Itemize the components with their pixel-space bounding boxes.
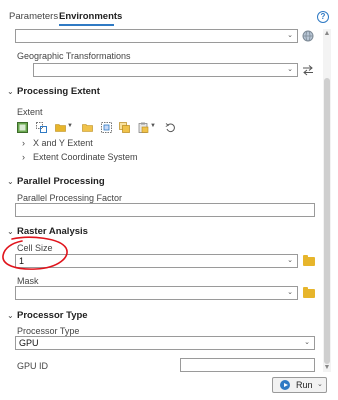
- tab-environments[interactable]: Environments: [59, 11, 122, 22]
- paste-extent-icon[interactable]: [138, 122, 149, 133]
- chevron-down-icon[interactable]: ▼: [67, 123, 73, 129]
- parallel-processing-factor-input[interactable]: [15, 203, 315, 217]
- chevron-down-icon: ⌄: [287, 257, 293, 264]
- reset-extent-icon[interactable]: [165, 122, 176, 133]
- run-button[interactable]: Run ⌄: [272, 377, 327, 393]
- play-icon: [280, 380, 290, 390]
- chevron-down-icon[interactable]: ▼: [150, 123, 156, 129]
- processor-type-dropdown[interactable]: GPU ⌄: [15, 336, 315, 350]
- mask-dropdown[interactable]: ⌄: [15, 286, 298, 300]
- union-extent-icon[interactable]: [101, 122, 112, 133]
- scrollbar-thumb[interactable]: [324, 78, 330, 364]
- chevron-down-icon[interactable]: ⌄: [317, 380, 323, 388]
- processor-type-header[interactable]: Processor Type: [17, 310, 88, 321]
- collapse-chevron-icon[interactable]: ⌄: [7, 87, 14, 97]
- chevron-down-icon: ⌄: [287, 32, 293, 39]
- scroll-down-arrow-icon[interactable]: ▼: [322, 364, 332, 372]
- extent-coordinate-system-item[interactable]: Extent Coordinate System: [33, 152, 138, 162]
- browse-folder-icon[interactable]: [82, 122, 93, 133]
- x-and-y-extent-item[interactable]: X and Y Extent: [33, 138, 93, 148]
- processor-type-value: GPU: [19, 338, 39, 348]
- expand-chevron-icon[interactable]: ›: [22, 138, 25, 148]
- run-button-label: Run: [296, 380, 313, 390]
- geographic-transformations-label: Geographic Transformations: [17, 51, 131, 61]
- transformation-arrows-icon[interactable]: [302, 64, 314, 76]
- layer-folder-icon[interactable]: [55, 122, 66, 133]
- scroll-up-arrow-icon[interactable]: ▲: [322, 29, 332, 39]
- mask-label: Mask: [17, 276, 39, 286]
- chevron-down-icon: ⌄: [287, 289, 293, 296]
- gpu-id-label: GPU ID: [17, 361, 49, 371]
- browse-folder-icon[interactable]: [303, 255, 315, 266]
- extent-label: Extent: [17, 107, 43, 117]
- chevron-down-icon: ⌄: [304, 339, 310, 346]
- processing-extent-header[interactable]: Processing Extent: [17, 86, 100, 97]
- help-icon[interactable]: ?: [317, 11, 329, 23]
- collapse-chevron-icon[interactable]: ⌄: [7, 177, 14, 187]
- geographic-transformations-dropdown[interactable]: ⌄: [33, 63, 298, 77]
- tab-parameters[interactable]: Parameters: [9, 11, 58, 22]
- browse-folder-icon[interactable]: [303, 287, 315, 298]
- active-tab-indicator: [59, 24, 114, 26]
- copy-extent-icon[interactable]: [119, 122, 130, 133]
- parallel-processing-header[interactable]: Parallel Processing: [17, 176, 105, 187]
- collapse-chevron-icon[interactable]: ⌄: [7, 311, 14, 321]
- globe-icon[interactable]: [302, 30, 314, 42]
- processor-type-label: Processor Type: [17, 326, 80, 336]
- intersection-extent-icon[interactable]: [36, 122, 47, 133]
- current-display-extent-icon[interactable]: [17, 122, 28, 133]
- chevron-down-icon: ⌄: [287, 66, 293, 73]
- gpu-id-input[interactable]: [180, 358, 315, 372]
- red-circle-annotation: [2, 236, 68, 270]
- output-coordinate-system-dropdown[interactable]: ⌄: [15, 29, 298, 43]
- expand-chevron-icon[interactable]: ›: [22, 152, 25, 162]
- parallel-processing-factor-label: Parallel Processing Factor: [17, 193, 123, 203]
